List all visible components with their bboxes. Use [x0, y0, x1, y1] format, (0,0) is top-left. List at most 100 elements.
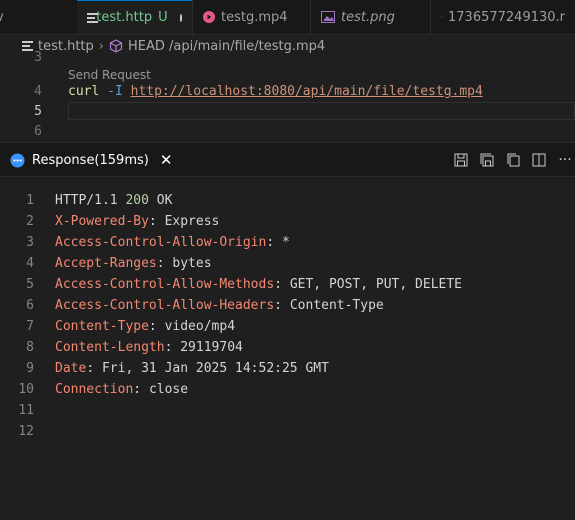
- editor-tab-bar: v test.http U testg.mp4 test.png 1736577…: [0, 0, 575, 35]
- response-line: 10 Connection: close: [0, 379, 575, 400]
- breadcrumb-file[interactable]: test.http: [38, 39, 94, 54]
- save-all-icon[interactable]: [479, 152, 495, 168]
- response-panel-header: Response(159ms) ✕ ···: [0, 142, 575, 177]
- header-name: Access-Control-Allow-Headers: [55, 298, 275, 313]
- response-line: 4 Accept-Ranges: bytes: [0, 253, 575, 274]
- line-number: 2: [26, 214, 34, 229]
- line-number: 3: [34, 50, 42, 65]
- header-value: close: [148, 382, 189, 397]
- header-line: Date: Fri, 31 Jan 2025 14:52:25 GMT: [55, 361, 329, 376]
- line-number: 9: [26, 361, 34, 376]
- response-line: 2 X-Powered-By: Express: [0, 211, 575, 232]
- tab-test-png[interactable]: test.png: [311, 0, 431, 34]
- line-number: 4: [26, 256, 34, 271]
- chevron-right-icon: ›: [98, 38, 104, 54]
- line-number: 7: [26, 319, 34, 334]
- split-icon[interactable]: [531, 152, 547, 168]
- header-value: GET, POST, PUT, DELETE: [289, 277, 462, 292]
- media-icon: [203, 11, 215, 23]
- header-line: Content-Length: 29119704: [55, 340, 243, 355]
- header-line: Access-Control-Allow-Headers: Content-Ty…: [55, 298, 384, 313]
- header-line: X-Powered-By: Express: [55, 214, 220, 229]
- curl-command: curl: [68, 84, 100, 99]
- header-value: Content-Type: [289, 298, 384, 313]
- code-line[interactable]: curl -I http://localhost:8080/api/main/f…: [68, 84, 483, 99]
- line-number: 3: [26, 235, 34, 250]
- line-number: 4: [34, 84, 42, 99]
- response-line: 5 Access-Control-Allow-Methods: GET, POS…: [0, 274, 575, 295]
- response-line: 9 Date: Fri, 31 Jan 2025 14:52:25 GMT: [0, 358, 575, 379]
- status-reason: OK: [148, 193, 173, 208]
- tab-media-file[interactable]: 1736577249130.r: [431, 0, 575, 34]
- response-line: 1 HTTP/1.1 200 OK: [0, 190, 575, 211]
- line-number: 1: [26, 193, 34, 208]
- editor[interactable]: 3 Send Request 4 curl -I http://localhos…: [0, 50, 575, 141]
- request-url-link[interactable]: http://localhost:8080/api/main/file/test…: [131, 84, 483, 99]
- tab-test-http[interactable]: test.http U: [77, 0, 193, 34]
- response-line: 12: [0, 421, 575, 442]
- line-number: 6: [34, 124, 42, 139]
- header-name: Access-Control-Allow-Methods: [55, 277, 275, 292]
- send-request-codelens[interactable]: Send Request: [68, 68, 151, 82]
- panel-actions: ···: [453, 143, 575, 177]
- response-line: 11: [0, 400, 575, 421]
- tab-label: test.http: [96, 10, 153, 25]
- header-name: Accept-Ranges: [55, 256, 157, 271]
- header-line: Content-Type: video/mp4: [55, 319, 236, 334]
- header-name: Connection: [55, 382, 134, 397]
- git-status-badge: U: [158, 10, 168, 25]
- tab-previous[interactable]: v: [0, 0, 68, 34]
- status-code: 200: [125, 193, 149, 208]
- header-line: Access-Control-Allow-Origin: *: [55, 235, 290, 250]
- header-value: bytes: [172, 256, 212, 271]
- line-number: 6: [26, 298, 34, 313]
- tab-label: 1736577249130.r: [448, 9, 565, 25]
- line-number: 10: [18, 382, 34, 397]
- header-value: *: [281, 235, 290, 250]
- tab-testg-mp4[interactable]: testg.mp4: [193, 0, 311, 34]
- tab-response[interactable]: Response(159ms) ✕: [0, 143, 172, 177]
- response-line: 7 Content-Type: video/mp4: [0, 316, 575, 337]
- image-icon: [321, 11, 335, 23]
- line-number: 5: [34, 104, 42, 119]
- breadcrumb: test.http › HEAD /api/main/file/testg.mp…: [0, 35, 575, 57]
- tab-label: testg.mp4: [221, 9, 288, 25]
- header-value: 29119704: [180, 340, 243, 355]
- curl-flag: -I: [107, 84, 123, 99]
- header-line: Access-Control-Allow-Methods: GET, POST,…: [55, 277, 462, 292]
- header-value: Fri, 31 Jan 2025 14:52:25 GMT: [101, 361, 329, 376]
- response-line: 8 Content-Length: 29119704: [0, 337, 575, 358]
- header-name: Date: [55, 361, 87, 376]
- line-number: 11: [18, 403, 34, 418]
- close-icon[interactable]: ✕: [160, 151, 173, 169]
- unsaved-dot-icon[interactable]: [179, 13, 182, 22]
- header-value: video/mp4: [164, 319, 236, 334]
- tab-label: v: [0, 10, 4, 25]
- current-line-highlight: [68, 102, 575, 120]
- save-icon[interactable]: [453, 152, 469, 168]
- response-line: 6 Access-Control-Allow-Headers: Content-…: [0, 295, 575, 316]
- header-value: Express: [164, 214, 220, 229]
- response-tab-label: Response(159ms): [32, 152, 149, 168]
- response-line: 3 Access-Control-Allow-Origin: *: [0, 232, 575, 253]
- tab-label: test.png: [341, 9, 395, 25]
- line-number: 12: [18, 424, 34, 439]
- cube-icon: [109, 39, 123, 53]
- header-name: X-Powered-By: [55, 214, 149, 229]
- protocol: HTTP/1.1: [55, 193, 126, 208]
- line-number: 8: [26, 340, 34, 355]
- header-line: Connection: close: [55, 382, 189, 397]
- breadcrumb-request[interactable]: HEAD /api/main/file/testg.mp4: [128, 39, 325, 54]
- media-icon: [441, 16, 442, 18]
- file-lines-icon: [87, 12, 98, 23]
- header-name: Content-Type: [55, 319, 149, 334]
- response-body[interactable]: 1 HTTP/1.1 200 OK 2 X-Powered-By: Expres…: [0, 178, 575, 520]
- line-number: 5: [26, 277, 34, 292]
- header-line: Accept-Ranges: bytes: [55, 256, 212, 271]
- copy-icon[interactable]: [505, 152, 521, 168]
- header-name: Content-Length: [55, 340, 165, 355]
- loading-icon: [10, 153, 25, 167]
- header-name: Access-Control-Allow-Origin: [55, 235, 267, 250]
- status-line: HTTP/1.1 200 OK: [55, 190, 172, 211]
- more-icon[interactable]: ···: [557, 152, 573, 168]
